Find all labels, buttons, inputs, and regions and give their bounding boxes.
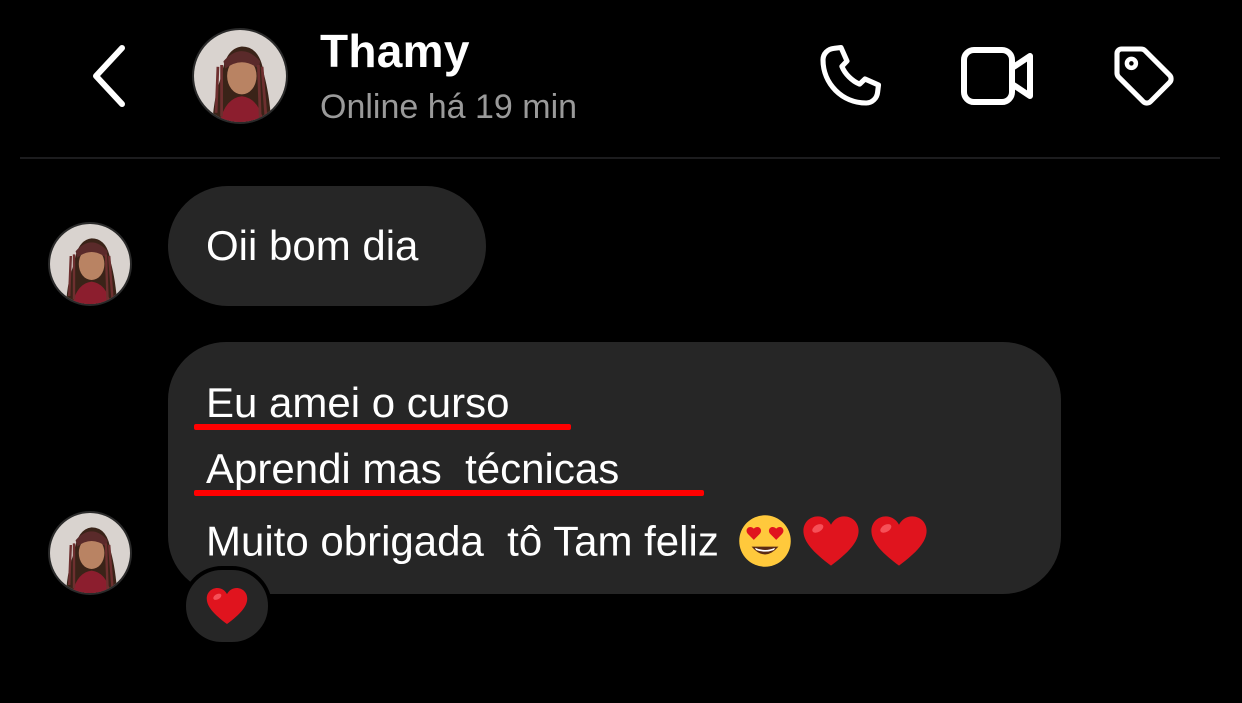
- sender-avatar[interactable]: [48, 222, 132, 306]
- message-bubble[interactable]: Oii bom dia: [168, 186, 486, 306]
- header-divider: [20, 157, 1220, 159]
- message-reaction[interactable]: [182, 566, 272, 646]
- message-line-with-emoji: Muito obrigada tô Tam feliz: [206, 513, 929, 576]
- chevron-left-icon: [93, 45, 125, 107]
- message-line-text: Muito obrigada tô Tam feliz: [206, 517, 719, 565]
- red-heart-emoji: [869, 514, 929, 575]
- contact-avatar[interactable]: [192, 28, 288, 124]
- message-line: Aprendi mas técnicas: [206, 445, 620, 492]
- heart-eyes-emoji: [737, 513, 793, 576]
- tag-button[interactable]: [1104, 36, 1184, 116]
- sender-avatar[interactable]: [48, 511, 132, 595]
- message-text: Oii bom dia: [206, 222, 419, 269]
- voice-call-button[interactable]: [810, 36, 890, 116]
- annotation-underline: [194, 424, 571, 430]
- red-heart-emoji: [205, 586, 249, 626]
- message-line: Eu amei o curso: [206, 379, 522, 426]
- video-call-button[interactable]: [958, 36, 1038, 116]
- tag-icon: [1114, 46, 1174, 106]
- annotation-underline: [194, 490, 704, 496]
- video-camera-icon: [961, 47, 1033, 105]
- red-heart-emoji: [801, 514, 861, 575]
- phone-icon: [820, 44, 882, 106]
- back-button[interactable]: [78, 38, 138, 114]
- contact-status: Online há 19 min: [320, 88, 578, 126]
- chat-header: Thamy Online há 19 min: [0, 0, 1242, 158]
- contact-name[interactable]: Thamy: [320, 24, 470, 78]
